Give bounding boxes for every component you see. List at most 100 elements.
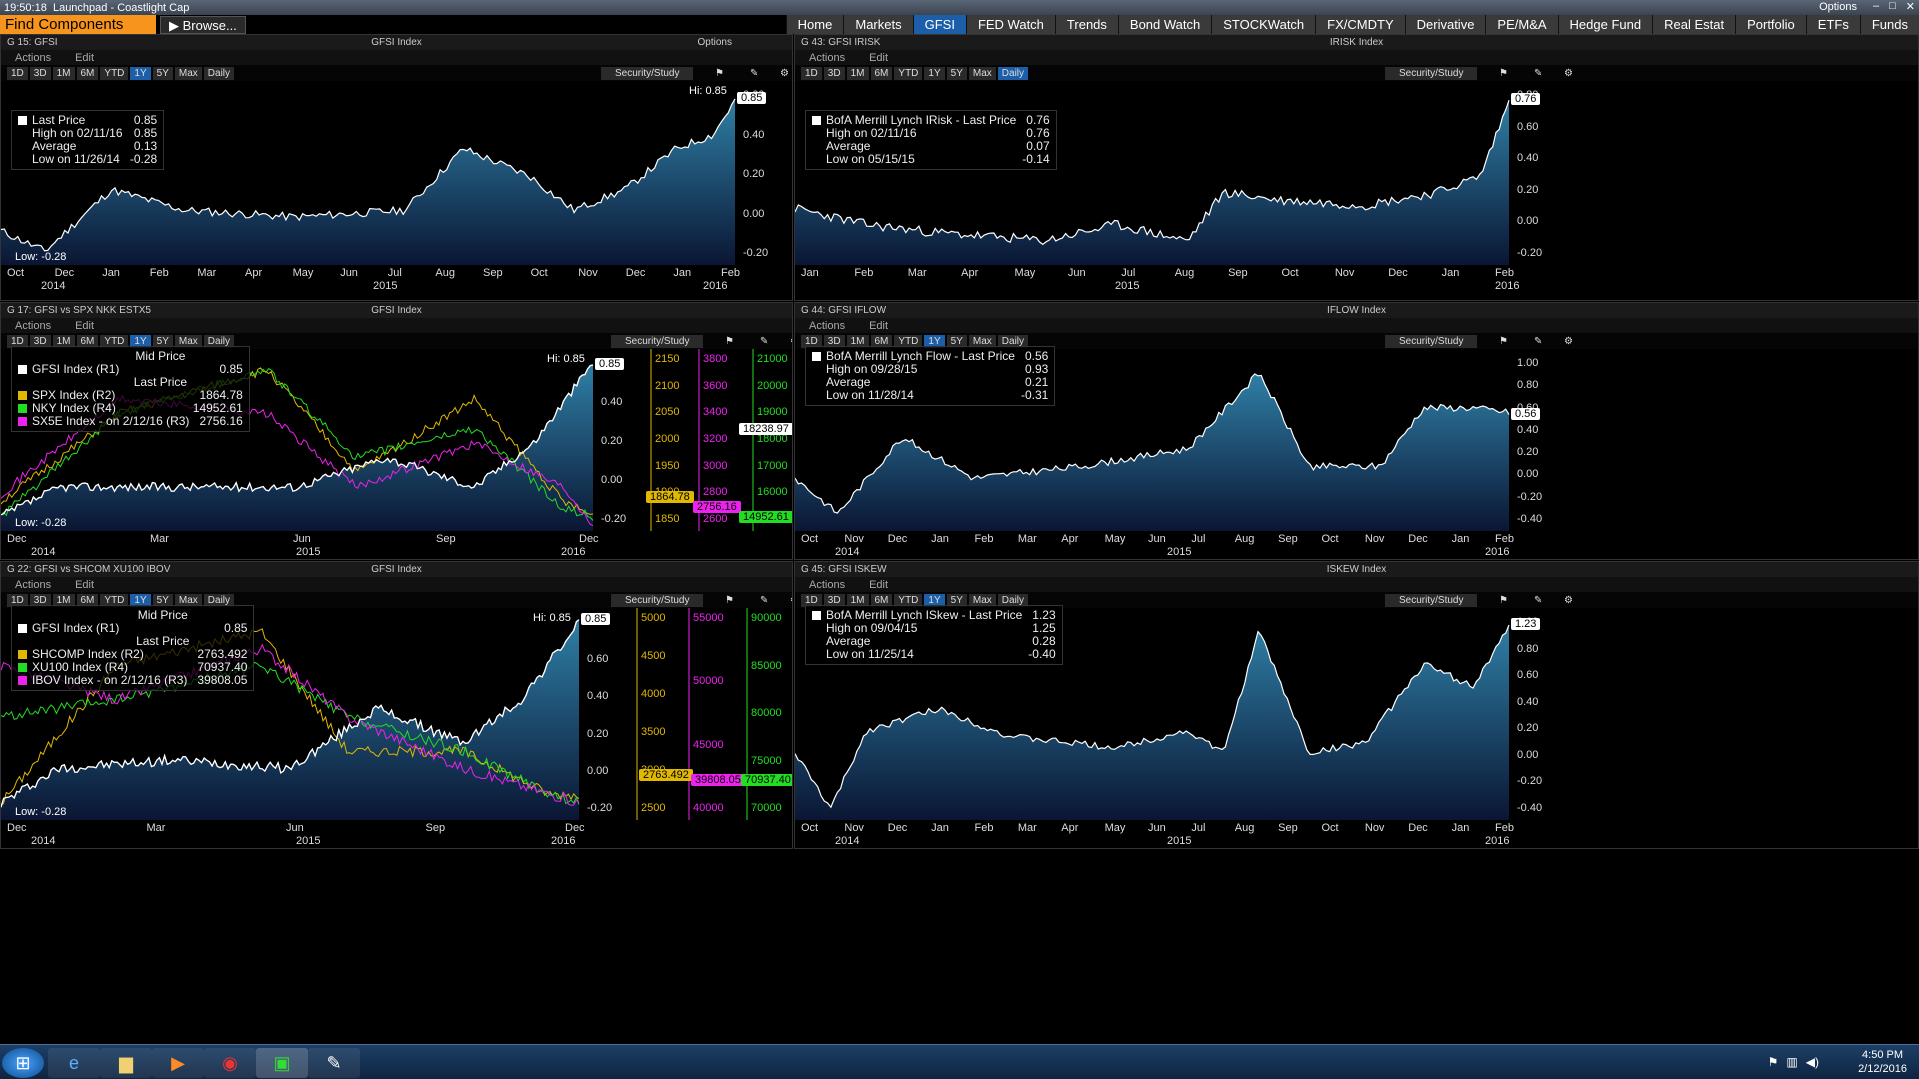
start-button[interactable]: ⊞ — [2, 1048, 44, 1078]
settings-gear-icon[interactable]: ⚙ — [1560, 335, 1577, 348]
period-3d[interactable]: 3D — [29, 66, 51, 80]
volume-tray-icon[interactable]: ◀) — [1806, 1055, 1819, 1069]
nav-tab-bond-watch[interactable]: Bond Watch — [1117, 15, 1212, 34]
edit-chart-icon[interactable]: ✎ — [1530, 335, 1546, 348]
edit-menu[interactable]: Edit — [75, 52, 94, 64]
period-ytd[interactable]: YTD — [894, 66, 923, 80]
taskbar: ⊞ e ▆ ▶ ◉ ▣ ✎ ⚑ ▥ ◀) 4:50 PM 2/12/2016 — [0, 1044, 1919, 1079]
period-3d[interactable]: 3D — [823, 66, 845, 80]
settings-gear-icon[interactable]: ⚙ — [786, 594, 792, 607]
security-study-button[interactable]: Security/Study — [611, 334, 704, 348]
x-month-label: Jan — [102, 267, 120, 279]
legend-swatch — [812, 365, 821, 374]
x-month-label: Dec — [625, 267, 646, 279]
nav-tab-stockwatch[interactable]: STOCKWatch — [1211, 15, 1316, 34]
pane-options[interactable]: Options — [698, 37, 732, 48]
frequency-select[interactable]: Daily — [203, 66, 235, 80]
settings-gear-icon[interactable]: ⚙ — [1560, 594, 1577, 607]
actions-menu[interactable]: Actions — [809, 579, 845, 591]
window-options[interactable]: Options — [1819, 1, 1857, 13]
legend-label: BofA Merrill Lynch IRisk - Last Price — [826, 113, 1017, 127]
chrome-taskbar-icon[interactable]: ◉ — [204, 1048, 256, 1078]
nav-tab-fed-watch[interactable]: FED Watch — [965, 15, 1055, 34]
period-1d[interactable]: 1D — [801, 66, 822, 80]
edit-chart-icon[interactable]: ✎ — [1530, 594, 1546, 607]
pane-menu: Actions Edit — [795, 577, 1918, 592]
edit-chart-icon[interactable]: ✎ — [756, 335, 772, 348]
x-month-label: Jan — [801, 267, 819, 279]
edit-menu[interactable]: Edit — [75, 320, 94, 332]
edit-menu[interactable]: Edit — [869, 320, 888, 332]
media-taskbar-icon[interactable]: ▶ — [152, 1048, 204, 1078]
explorer-taskbar-icon[interactable]: ▆ — [100, 1048, 152, 1078]
browse-button[interactable]: ▶ Browse... — [160, 15, 246, 34]
period-1m[interactable]: 1M — [846, 66, 869, 80]
y-tick-label-y2: 1950 — [655, 459, 680, 472]
y-tick-label-y2: 3500 — [641, 726, 666, 738]
period-6m[interactable]: 6M — [76, 66, 99, 80]
nav-tab-etfs[interactable]: ETFs — [1805, 15, 1860, 34]
nav-tab-home[interactable]: Home — [785, 15, 844, 34]
period-1y[interactable]: 1Y — [130, 66, 151, 80]
minimize-icon[interactable]: – — [1873, 0, 1879, 13]
actions-menu[interactable]: Actions — [15, 320, 51, 332]
security-study-button[interactable]: Security/Study — [1385, 334, 1478, 348]
security-study-button[interactable]: Security/Study — [611, 593, 704, 607]
y-tick-label-y4: 16000 — [757, 486, 788, 499]
nav-tab-fx-cmdty[interactable]: FX/CMDTY — [1315, 15, 1405, 34]
actions-menu[interactable]: Actions — [15, 579, 51, 591]
edit-chart-icon[interactable]: ✎ — [1530, 67, 1546, 80]
nav-tab-markets[interactable]: Markets — [843, 15, 913, 34]
legend-row: GFSI Index (R1) 0.85 — [18, 622, 247, 635]
edit-menu[interactable]: Edit — [869, 52, 888, 64]
settings-gear-icon[interactable]: ⚙ — [1560, 67, 1577, 80]
security-study-button[interactable]: Security/Study — [1385, 593, 1478, 607]
internet-explorer-icon: e — [68, 1052, 79, 1073]
edit-menu[interactable]: Edit — [75, 579, 94, 591]
edit-menu[interactable]: Edit — [869, 579, 888, 591]
period-1m[interactable]: 1M — [52, 66, 75, 80]
nav-tab-hedge-fund[interactable]: Hedge Fund — [1557, 15, 1653, 34]
edit-chart-icon[interactable]: ✎ — [756, 594, 772, 607]
network-tray-icon[interactable]: ▥ — [1786, 1055, 1797, 1069]
x-month-label: Mar — [1017, 533, 1037, 545]
paint-taskbar-icon[interactable]: ✎ — [308, 1048, 360, 1078]
period-5y[interactable]: 5Y — [152, 66, 173, 80]
period-max[interactable]: Max — [968, 66, 996, 80]
settings-gear-icon[interactable]: ⚙ — [786, 335, 792, 348]
security-study-button[interactable]: Security/Study — [601, 66, 694, 80]
frequency-select[interactable]: Daily — [997, 66, 1029, 80]
period-ytd[interactable]: YTD — [100, 66, 129, 80]
period-max[interactable]: Max — [174, 66, 202, 80]
ie-taskbar-icon[interactable]: e — [48, 1048, 100, 1078]
x-month-label: Nov — [1364, 533, 1385, 545]
nav-tab-funds[interactable]: Funds — [1859, 15, 1919, 34]
flag-tray-icon[interactable]: ⚑ — [1768, 1055, 1779, 1069]
settings-gear-icon[interactable]: ⚙ — [776, 67, 792, 80]
maximize-icon[interactable]: □ — [1889, 0, 1896, 13]
clock[interactable]: 4:50 PM 2/12/2016 — [1858, 1048, 1907, 1076]
nav-tab-gfsi[interactable]: GFSI — [912, 15, 966, 34]
x-month-label: Feb — [1495, 267, 1514, 279]
pane-title: G 43: GFSI IRISK — [801, 37, 881, 48]
period-6m[interactable]: 6M — [870, 66, 893, 80]
close-icon[interactable]: ✕ — [1906, 0, 1915, 13]
bloomberg-taskbar-icon[interactable]: ▣ — [256, 1048, 308, 1078]
security-study-button[interactable]: Security/Study — [1385, 66, 1478, 80]
period-1d[interactable]: 1D — [7, 66, 28, 80]
y-tick-label-y4: 70000 — [751, 802, 782, 814]
y-tick-label: -0.40 — [1517, 513, 1543, 525]
x-month-label: Apr — [1061, 533, 1079, 545]
period-1y[interactable]: 1Y — [924, 66, 945, 80]
nav-tab-pe-m-a[interactable]: PE/M&A — [1485, 15, 1558, 34]
nav-tab-derivative[interactable]: Derivative — [1404, 15, 1486, 34]
nav-tab-trends[interactable]: Trends — [1054, 15, 1118, 34]
nav-tab-real-estat[interactable]: Real Estat — [1652, 15, 1736, 34]
actions-menu[interactable]: Actions — [809, 52, 845, 64]
actions-menu[interactable]: Actions — [15, 52, 51, 64]
find-components-input[interactable]: Find Components — [0, 15, 156, 34]
actions-menu[interactable]: Actions — [809, 320, 845, 332]
nav-tab-portfolio[interactable]: Portfolio — [1735, 15, 1806, 34]
period-5y[interactable]: 5Y — [946, 66, 967, 80]
edit-chart-icon[interactable]: ✎ — [746, 67, 762, 80]
